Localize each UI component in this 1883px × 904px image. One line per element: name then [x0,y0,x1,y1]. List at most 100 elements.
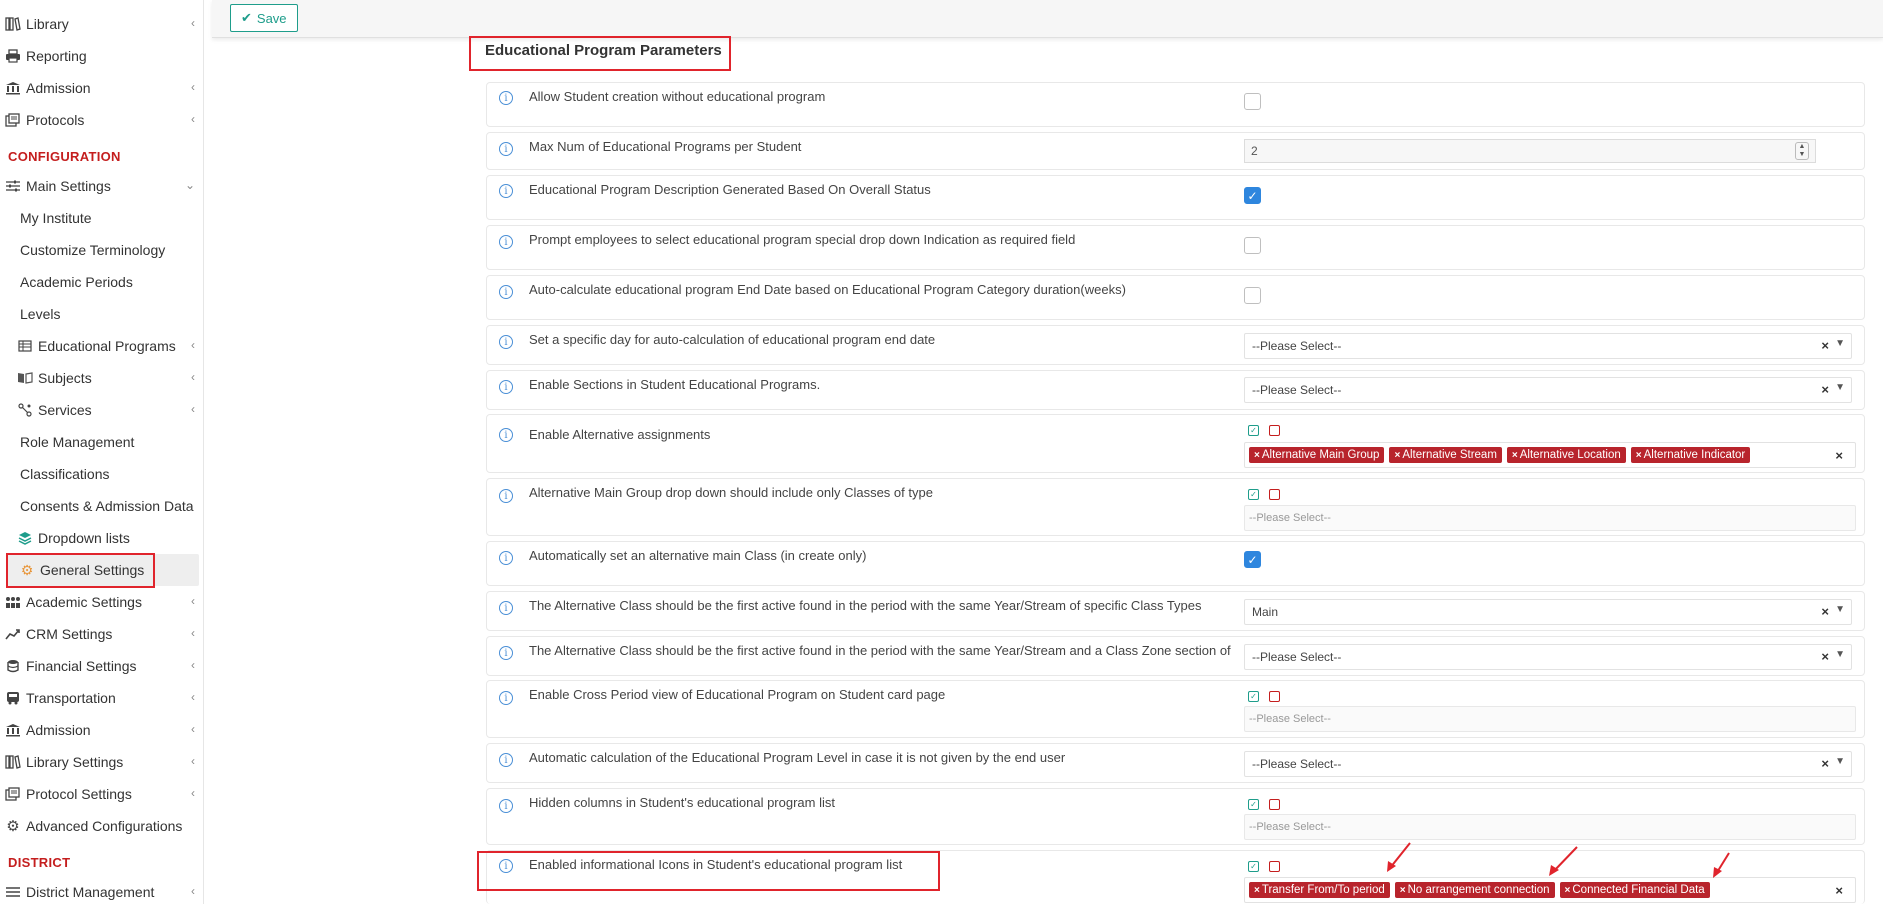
save-button[interactable]: ✔ Save [230,4,298,32]
clear-icon[interactable]: × [1835,448,1843,463]
select-all-icon[interactable]: ✓ [1248,489,1259,500]
remove-tag-icon[interactable]: × [1254,885,1260,896]
info-icon[interactable]: i [499,489,513,503]
info-icon[interactable]: i [499,142,513,156]
sidebar-item-role-management[interactable]: Role Management [0,426,203,458]
select-all-icon[interactable]: ✓ [1248,691,1259,702]
sidebar-item-academic-settings[interactable]: Academic Settings ‹ [0,586,203,618]
tag-no-arrangement-connection[interactable]: × No arrangement connection [1394,882,1555,898]
sidebar-item-advanced-configurations[interactable]: ⚙ Advanced Configurations [0,810,203,842]
sidebar-item-subjects[interactable]: Subjects ‹ [0,362,203,394]
alt-main-group-multiselect[interactable]: --Please Select-- [1244,505,1856,531]
sidebar-item-academic-periods[interactable]: Academic Periods [0,266,203,298]
remove-tag-icon[interactable]: × [1565,885,1571,896]
deselect-all-icon[interactable] [1269,861,1280,872]
select-all-icon[interactable]: ✓ [1248,861,1259,872]
clear-icon[interactable]: × [1821,382,1829,397]
sidebar-item-services[interactable]: Services ‹ [0,394,203,426]
info-icon[interactable]: i [499,601,513,615]
alt-class-types-select[interactable]: Main × ▼ [1244,599,1852,625]
number-stepper-icon[interactable]: ▲ ▼ [1795,142,1809,160]
info-icon[interactable]: i [499,799,513,813]
alternative-assignments-multiselect[interactable]: × Alternative Main Group × Alternative Str… [1244,442,1856,468]
info-icon[interactable]: i [499,646,513,660]
auto-alt-class-checkbox[interactable]: ✓ [1244,551,1261,568]
sidebar-item-library-settings[interactable]: Library Settings ‹ [0,746,203,778]
sidebar-item-admission-settings[interactable]: Admission ‹ [0,714,203,746]
caret-down-icon[interactable]: ▼ [1835,382,1845,393]
sidebar-item-financial-settings[interactable]: Financial Settings ‹ [0,650,203,682]
sidebar-item-crm-settings[interactable]: CRM Settings ‹ [0,618,203,650]
max-programs-input[interactable]: 2 ▲ ▼ [1244,139,1816,163]
description-generated-checkbox[interactable]: ✓ [1244,187,1261,204]
caret-down-icon[interactable]: ▼ [1835,649,1845,660]
sidebar-item-dropdown-lists[interactable]: Dropdown lists [0,522,203,554]
info-icon[interactable]: i [499,91,513,105]
chevron-left-icon: ‹ [191,786,195,800]
caret-down-icon[interactable]: ▼ [1835,756,1845,767]
caret-down-icon[interactable]: ▼ [1835,338,1845,349]
alt-class-zone-select[interactable]: --Please Select-- × ▼ [1244,644,1852,670]
auto-level-calc-select[interactable]: --Please Select-- × ▼ [1244,751,1852,777]
sidebar-item-general-settings[interactable]: ⚙ General Settings [6,554,199,586]
book-open-icon [16,369,34,387]
sidebar-item-library[interactable]: Library ‹ [0,8,203,40]
info-icon[interactable]: i [499,285,513,299]
remove-tag-icon[interactable]: × [1512,450,1518,461]
tag-alternative-main-group[interactable]: × Alternative Main Group [1249,447,1385,463]
deselect-all-icon[interactable] [1269,425,1280,436]
sidebar-item-protocol-settings[interactable]: Protocol Settings ‹ [0,778,203,810]
tag-alternative-stream[interactable]: × Alternative Stream [1389,447,1502,463]
info-icon[interactable]: i [499,859,513,873]
info-icon[interactable]: i [499,551,513,565]
clear-icon[interactable]: × [1821,604,1829,619]
sidebar-item-main-settings[interactable]: Main Settings ⌄ [0,170,203,202]
sidebar-item-protocols[interactable]: Protocols ‹ [0,104,203,136]
remove-tag-icon[interactable]: × [1636,450,1642,461]
info-icon[interactable]: i [499,235,513,249]
remove-tag-icon[interactable]: × [1394,450,1400,461]
clear-icon[interactable]: × [1821,649,1829,664]
hidden-columns-multiselect[interactable]: --Please Select-- [1244,814,1856,840]
sidebar-item-levels[interactable]: Levels [0,298,203,330]
caret-down-icon[interactable]: ▼ [1835,604,1845,615]
info-icon[interactable]: i [499,335,513,349]
select-all-icon[interactable]: ✓ [1248,799,1259,810]
sidebar-item-admission[interactable]: Admission ‹ [0,72,203,104]
tag-alternative-location[interactable]: × Alternative Location [1506,447,1626,463]
informational-icons-multiselect[interactable]: × Transfer From/To period × No arrangement… [1244,877,1856,903]
specific-day-select[interactable]: --Please Select-- × ▼ [1244,333,1852,359]
tag-transfer-from-to-period[interactable]: × Transfer From/To period [1249,882,1390,898]
tag-connected-financial-data[interactable]: × Connected Financial Data [1559,882,1710,898]
enable-sections-select[interactable]: --Please Select-- × ▼ [1244,377,1852,403]
info-icon[interactable]: i [499,380,513,394]
sidebar-item-transportation[interactable]: Transportation ‹ [0,682,203,714]
sidebar-item-classifications[interactable]: Classifications [0,458,203,490]
sidebar-item-label: Classifications [20,466,110,482]
allow-student-creation-checkbox[interactable] [1244,93,1261,110]
sidebar-item-educational-programs[interactable]: Educational Programs ‹ [0,330,203,362]
sidebar-item-reporting[interactable]: Reporting [0,40,203,72]
sidebar-item-consents-admission-data[interactable]: Consents & Admission Data [0,490,203,522]
deselect-all-icon[interactable] [1269,489,1280,500]
info-icon[interactable]: i [499,184,513,198]
cross-period-multiselect[interactable]: --Please Select-- [1244,706,1856,732]
select-all-icon[interactable]: ✓ [1248,425,1259,436]
remove-tag-icon[interactable]: × [1254,450,1260,461]
tag-alternative-indicator[interactable]: × Alternative Indicator [1630,447,1751,463]
info-icon[interactable]: i [499,753,513,767]
remove-tag-icon[interactable]: × [1400,885,1406,896]
sidebar-item-district-management[interactable]: District Management ‹ [0,876,203,904]
deselect-all-icon[interactable] [1269,799,1280,810]
info-icon[interactable]: i [499,428,513,442]
clear-icon[interactable]: × [1821,756,1829,771]
auto-calculate-checkbox[interactable] [1244,287,1261,304]
clear-icon[interactable]: × [1835,883,1843,898]
deselect-all-icon[interactable] [1269,691,1280,702]
sidebar-item-customize-terminology[interactable]: Customize Terminology [0,234,203,266]
clear-icon[interactable]: × [1821,338,1829,353]
gears-icon: ⚙ [6,818,20,835]
sidebar-item-my-institute[interactable]: My Institute [0,202,203,234]
prompt-employees-checkbox[interactable] [1244,237,1261,254]
info-icon[interactable]: i [499,691,513,705]
